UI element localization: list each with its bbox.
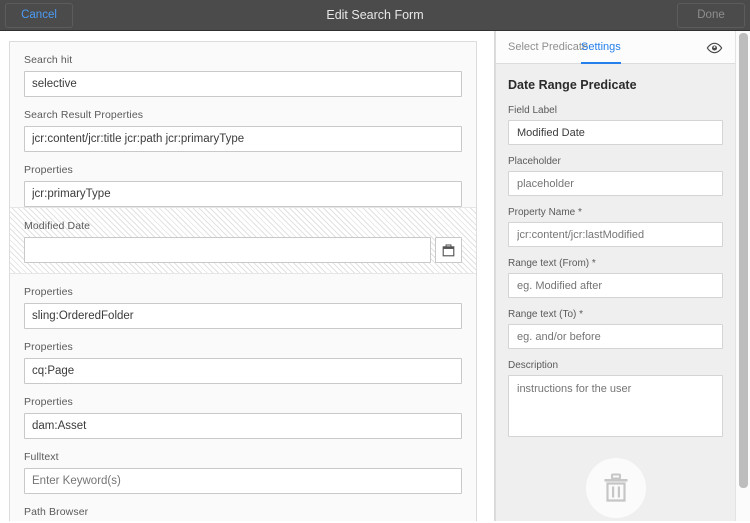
form-field-search-result-properties[interactable]: Search Result Properties: [10, 97, 476, 152]
setting-field-range-from: Range text (From) *: [508, 258, 723, 298]
main-content: Search hit Search Result Properties Prop…: [0, 31, 750, 521]
placeholder-input[interactable]: [508, 171, 723, 196]
date-input-row: [24, 237, 462, 263]
properties-input[interactable]: [24, 303, 462, 329]
search-result-properties-input[interactable]: [24, 126, 462, 152]
setting-label: Placeholder: [508, 156, 723, 167]
field-label: Search hit: [24, 54, 462, 66]
settings-body: Date Range Predicate Field Label Placeho…: [496, 64, 735, 523]
form-field-properties-damasset[interactable]: Properties: [10, 384, 476, 439]
done-button[interactable]: Done: [677, 3, 745, 28]
setting-label: Field Label: [508, 105, 723, 116]
field-label: Properties: [24, 341, 462, 353]
form-field-search-hit[interactable]: Search hit: [10, 42, 476, 97]
vertical-scrollbar[interactable]: [735, 31, 750, 521]
field-label: Fulltext: [24, 451, 462, 463]
page-title: Edit Search Form: [0, 0, 750, 31]
property-name-input[interactable]: [508, 222, 723, 247]
setting-label: Range text (To) *: [508, 309, 723, 320]
form-canvas-pane: Search hit Search Result Properties Prop…: [0, 31, 495, 521]
properties-input[interactable]: [24, 413, 462, 439]
delete-drop-zone: [508, 453, 723, 523]
form-field-properties-cqpage[interactable]: Properties: [10, 329, 476, 384]
setting-field-placeholder: Placeholder: [508, 156, 723, 196]
cancel-button[interactable]: Cancel: [5, 3, 73, 28]
field-label: Properties: [24, 396, 462, 408]
calendar-icon[interactable]: [435, 237, 462, 263]
modified-date-input[interactable]: [24, 237, 431, 263]
range-from-input[interactable]: [508, 273, 723, 298]
search-form-card: Search hit Search Result Properties Prop…: [9, 41, 477, 521]
trash-icon[interactable]: [586, 458, 646, 518]
settings-pane: Select Predicate Settings Date Range Pre…: [495, 31, 735, 521]
form-field-properties-primarytype[interactable]: Properties: [10, 152, 476, 207]
search-hit-input[interactable]: [24, 71, 462, 97]
fulltext-input[interactable]: [24, 468, 462, 494]
setting-field-range-to: Range text (To) *: [508, 309, 723, 349]
setting-label: Range text (From) *: [508, 258, 723, 269]
setting-label: Property Name *: [508, 207, 723, 218]
window-header: Edit Search Form Cancel Done: [0, 0, 750, 31]
field-label: Path Browser: [24, 506, 462, 518]
form-field-path-browser[interactable]: Path Browser: [10, 494, 476, 521]
description-textarea[interactable]: [508, 375, 723, 437]
settings-tabs: Select Predicate Settings: [496, 31, 735, 64]
setting-field-label: Field Label: [508, 105, 723, 145]
tab-settings[interactable]: Settings: [581, 31, 621, 64]
scrollbar-thumb[interactable]: [739, 33, 748, 488]
properties-input[interactable]: [24, 358, 462, 384]
tab-select-predicate[interactable]: Select Predicate: [508, 31, 588, 64]
settings-section-title: Date Range Predicate: [508, 78, 723, 92]
setting-label: Description: [508, 360, 723, 371]
field-label: Properties: [24, 164, 462, 176]
range-to-input[interactable]: [508, 324, 723, 349]
properties-input[interactable]: [24, 181, 462, 207]
eye-icon[interactable]: [705, 39, 723, 57]
form-field-modified-date[interactable]: Modified Date: [10, 207, 476, 274]
field-label-input[interactable]: [508, 120, 723, 145]
field-label: Properties: [24, 286, 462, 298]
field-label: Modified Date: [24, 220, 462, 232]
form-field-properties-orderedfolder[interactable]: Properties: [10, 274, 476, 329]
form-field-fulltext[interactable]: Fulltext: [10, 439, 476, 494]
field-label: Search Result Properties: [24, 109, 462, 121]
setting-field-property-name: Property Name *: [508, 207, 723, 247]
setting-field-description: Description: [508, 360, 723, 442]
